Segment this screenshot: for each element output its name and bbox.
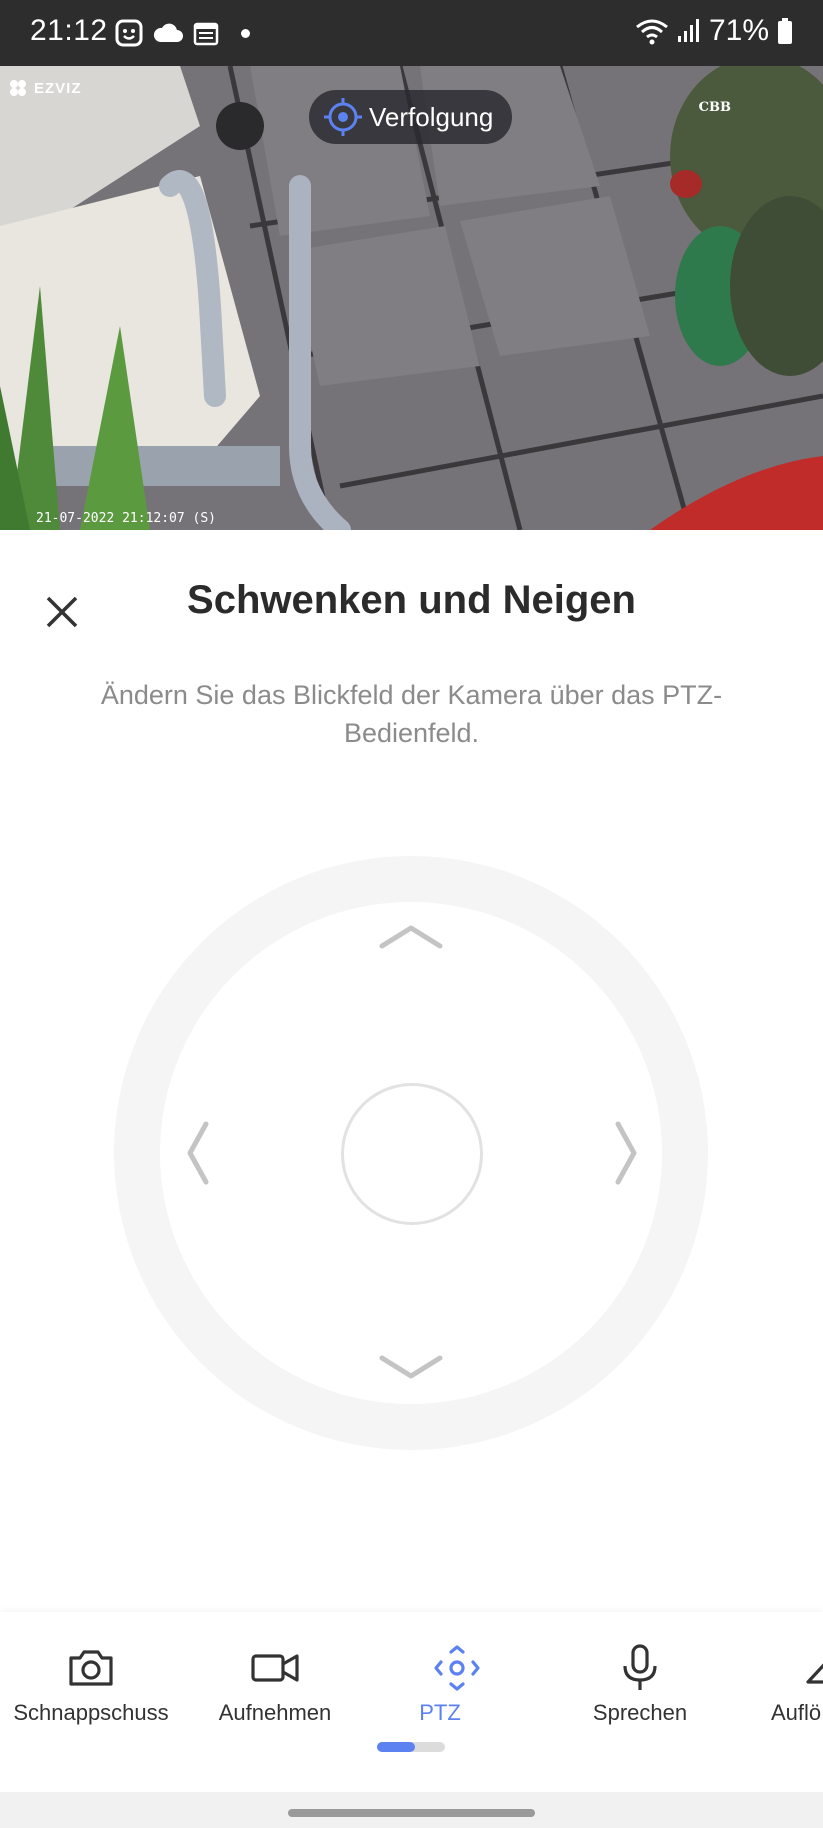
- snapshot-label: Schnappschuss: [13, 1700, 169, 1725]
- snapshot-button[interactable]: Schnappschuss: [11, 1612, 171, 1762]
- talk-button[interactable]: Sprechen: [560, 1612, 720, 1762]
- record-button[interactable]: Aufnehmen: [195, 1612, 355, 1762]
- battery-icon: [778, 18, 792, 44]
- home-gesture-bar[interactable]: [288, 1809, 535, 1817]
- camera-icon: [69, 1650, 113, 1686]
- ptz-down-button[interactable]: [376, 1350, 446, 1386]
- status-bar: 21:12 71%: [0, 0, 823, 66]
- face-notification-icon: [115, 19, 143, 47]
- panel-title: Schwenken und Neigen: [187, 578, 636, 622]
- status-right: 71%: [635, 14, 793, 48]
- record-label: Aufnehmen: [218, 1700, 332, 1725]
- talk-label: Sprechen: [592, 1700, 688, 1725]
- ptz-right-button[interactable]: [610, 1118, 646, 1188]
- tracking-label: Verfolgung: [369, 101, 494, 132]
- panel-description: Ändern Sie das Blickfeld der Kamera über…: [100, 680, 723, 748]
- page-indicator-active: [377, 1742, 416, 1752]
- video-icon: [251, 1654, 299, 1682]
- notification-icons: [115, 18, 250, 48]
- ezviz-logo-icon: [10, 80, 26, 96]
- resolution-button[interactable]: Auflö: [740, 1612, 823, 1762]
- bottom-toolbar: Schnappschuss Aufnehmen PTZ Sprechen Auf…: [0, 1612, 823, 1792]
- page-indicator: [377, 1742, 445, 1752]
- status-time: 21:12: [30, 14, 108, 47]
- dot-icon: [241, 28, 250, 38]
- microphone-icon: [623, 1644, 657, 1690]
- battery-level: 71%: [708, 14, 769, 47]
- target-icon: [324, 98, 362, 136]
- ezviz-logo-text: EZVIZ: [34, 79, 82, 97]
- resolution-icon: [806, 1663, 823, 1684]
- signal-icon: [677, 19, 699, 42]
- camera-timestamp: 21-07-2022 21:12:07 (S): [36, 511, 217, 526]
- ptz-left-button[interactable]: [178, 1118, 214, 1188]
- tracking-button[interactable]: Verfolgung: [309, 90, 512, 144]
- resolution-label: Auflö: [771, 1700, 822, 1725]
- ptz-label: PTZ: [419, 1700, 461, 1725]
- camera-live-view[interactable]: EZVIZ CBB 21-07-2022 21:12:07 (S) Verfol…: [0, 66, 823, 530]
- ptz-up-button[interactable]: [376, 918, 446, 954]
- cloud-icon: [153, 23, 183, 42]
- ptz-button[interactable]: PTZ: [377, 1612, 537, 1762]
- ptz-center-button[interactable]: [341, 1083, 483, 1225]
- camera-watermark: CBB: [698, 100, 731, 115]
- ptz-icon: [434, 1645, 480, 1691]
- ezviz-logo: EZVIZ: [8, 78, 82, 98]
- calendar-icon: [193, 22, 219, 46]
- wifi-icon: [636, 19, 668, 45]
